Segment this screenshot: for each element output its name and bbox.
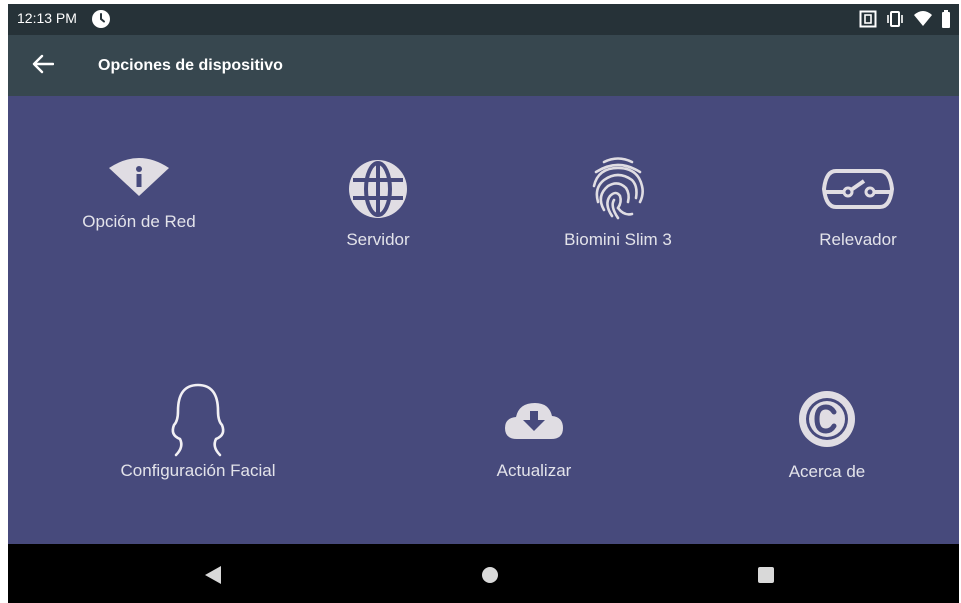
option-label: Biomini Slim 3 bbox=[564, 230, 672, 249]
relay-switch-icon bbox=[822, 169, 894, 209]
home-circle-icon bbox=[482, 567, 498, 583]
back-button[interactable] bbox=[32, 54, 55, 78]
wifi-info-icon bbox=[109, 158, 169, 196]
nav-recents-button[interactable] bbox=[757, 566, 775, 588]
vibrate-icon bbox=[885, 10, 905, 32]
option-relay[interactable]: Relevador bbox=[798, 168, 918, 250]
battery-icon bbox=[941, 10, 951, 32]
back-triangle-icon bbox=[205, 566, 221, 584]
option-server[interactable]: Servidor bbox=[316, 158, 440, 250]
option-label: Acerca de bbox=[788, 462, 866, 481]
status-bar: 12:13 PM bbox=[8, 4, 959, 35]
app-bar: Opciones de dispositivo bbox=[8, 35, 959, 96]
option-fingerprint[interactable]: Biomini Slim 3 bbox=[538, 156, 698, 250]
option-label: Opción de Red bbox=[82, 212, 196, 231]
option-label: Relevador bbox=[819, 230, 897, 249]
copyright-icon bbox=[799, 391, 855, 447]
globe-icon bbox=[349, 160, 407, 218]
nav-home-button[interactable] bbox=[481, 566, 499, 588]
clock-icon bbox=[91, 9, 111, 33]
option-update[interactable]: Actualizar bbox=[474, 401, 594, 481]
arrow-back-icon bbox=[32, 54, 55, 74]
navigation-bar bbox=[8, 544, 959, 603]
page-title: Opciones de dispositivo bbox=[98, 57, 283, 74]
recents-square-icon bbox=[758, 567, 774, 583]
status-time: 12:13 PM bbox=[17, 10, 77, 26]
face-outline-icon bbox=[171, 383, 225, 457]
wifi-icon bbox=[913, 10, 933, 32]
option-label: Configuración Facial bbox=[120, 461, 276, 480]
status-icons bbox=[859, 10, 951, 32]
option-network[interactable]: Opción de Red bbox=[64, 156, 214, 232]
fingerprint-icon bbox=[592, 157, 644, 220]
option-about[interactable]: Acerca de bbox=[767, 388, 887, 482]
option-label: Actualizar bbox=[496, 461, 572, 480]
cloud-download-icon bbox=[505, 403, 563, 439]
options-grid: Opción de Red Servidor Biomini Slim 3 Re… bbox=[8, 96, 959, 544]
device-screen: 12:13 PM Opciones de dispositivo Opción … bbox=[8, 4, 959, 603]
option-face-config[interactable]: Configuración Facial bbox=[100, 381, 296, 481]
nfc-icon bbox=[859, 10, 877, 32]
nav-back-button[interactable] bbox=[204, 565, 222, 589]
option-label: Servidor bbox=[346, 230, 410, 249]
